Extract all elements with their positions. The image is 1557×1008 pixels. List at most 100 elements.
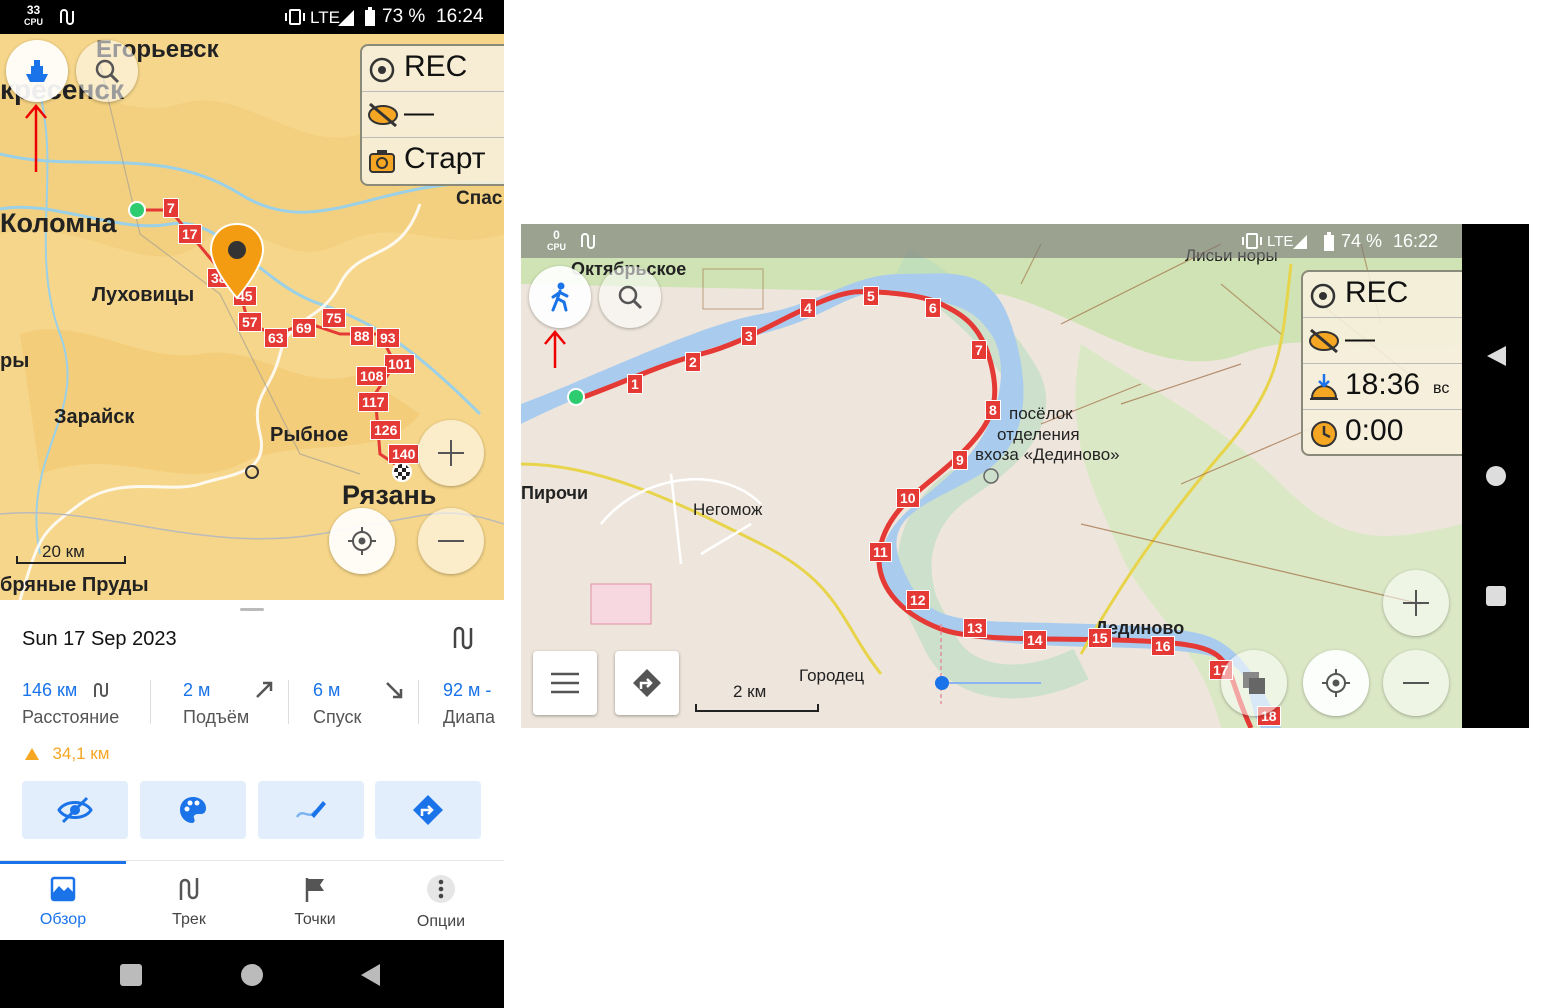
overview-icon: [50, 876, 76, 902]
zoom-in-button[interactable]: [1383, 570, 1449, 636]
back-button[interactable]: [358, 962, 382, 988]
drag-handle[interactable]: [240, 608, 264, 611]
km-marker: 117: [358, 392, 389, 412]
zoom-out-button[interactable]: [418, 508, 484, 574]
position-slider[interactable]: [935, 676, 1041, 690]
tab-points[interactable]: Точки: [252, 872, 378, 940]
track-date: Sun 17 Sep 2023: [22, 628, 177, 650]
km-marker: 13: [963, 618, 987, 638]
map-scale: 20 км: [16, 542, 126, 566]
map-label-negomozh: Негомож: [693, 500, 763, 519]
km-marker: 57: [238, 312, 262, 332]
km-marker: 88: [350, 326, 374, 346]
system-navigation-bar-landscape: [1462, 224, 1529, 728]
km-marker: 75: [322, 308, 346, 328]
record-icon: [1310, 283, 1336, 309]
palette-icon: [180, 797, 206, 823]
km-marker: 93: [376, 328, 400, 348]
phone-portrait-screen: 33 CPU LTE 73 % 16:24 Егорьевск кресенск…: [0, 0, 504, 1008]
clock: 16:24: [436, 6, 484, 27]
km-marker: 6: [925, 298, 941, 318]
directions-icon: [633, 669, 661, 697]
map-label-zaraysk: Зарайск: [54, 406, 135, 428]
navigation-mode-button[interactable]: [529, 266, 591, 328]
map-view[interactable]: Егорьевск кресенск Коломна Луховицы ры З…: [0, 34, 504, 600]
tab-options[interactable]: Опции: [378, 872, 504, 940]
plus-icon: [438, 440, 464, 466]
timer-row[interactable]: 0:00: [1303, 410, 1462, 456]
elevation-note: 34,1 км: [24, 744, 109, 764]
search-button[interactable]: [599, 266, 661, 328]
battery-icon: [1324, 232, 1334, 251]
hide-track-button[interactable]: [22, 781, 128, 839]
home-button[interactable]: [241, 964, 263, 986]
map-view-landscape[interactable]: Октябрьское Лисьи норы посёлок отделения…: [521, 224, 1462, 728]
zoom-in-button[interactable]: [418, 420, 484, 486]
sunset-row[interactable]: 18:36 вс: [1303, 364, 1462, 410]
directions-button[interactable]: [375, 781, 481, 839]
track-finish-icon: [392, 462, 412, 482]
km-marker: 11: [869, 542, 892, 562]
location-pin-icon[interactable]: [208, 222, 266, 300]
boat-icon: [26, 60, 48, 82]
track-color-button[interactable]: [140, 781, 246, 839]
camera-icon: [369, 150, 395, 173]
minus-icon: [1403, 682, 1429, 684]
map-label-poselok-3: вхоза «Дединово»: [975, 445, 1120, 464]
walking-icon: [551, 282, 569, 312]
eye-off-icon: [1309, 328, 1339, 354]
recents-button[interactable]: [120, 964, 142, 986]
active-tab-indicator: [0, 861, 126, 864]
route-status-icon: [581, 233, 595, 249]
km-marker: 3: [741, 326, 757, 346]
zoom-out-button[interactable]: [1383, 650, 1449, 716]
km-marker: 5: [863, 286, 879, 306]
camera-row[interactable]: Старт: [362, 138, 504, 184]
tab-overview[interactable]: Обзор: [0, 872, 126, 940]
track-type-icon[interactable]: [450, 624, 478, 652]
battery-level: 73 %: [382, 6, 426, 27]
my-location-icon: [348, 527, 376, 555]
tab-track[interactable]: Трек: [126, 872, 252, 940]
triangle-up-icon: [25, 748, 39, 760]
km-marker: 12: [906, 590, 930, 610]
record-icon: [369, 57, 395, 83]
vibrate-icon: [285, 9, 305, 25]
home-button[interactable]: [1486, 466, 1506, 486]
recording-widget[interactable]: REC — Старт: [360, 44, 504, 186]
edit-track-button[interactable]: [258, 781, 364, 839]
minus-icon: [438, 540, 464, 542]
hidden-row[interactable]: —: [1303, 318, 1462, 364]
back-button[interactable]: [1484, 344, 1508, 368]
my-location-button[interactable]: [329, 508, 395, 574]
map-label-ory: ры: [0, 350, 30, 372]
menu-button[interactable]: [533, 651, 597, 715]
signal-icon: [1293, 235, 1307, 249]
layers-button[interactable]: [1221, 650, 1287, 716]
status-bar-landscape: 0 CPU LTE 74 % 16:22: [521, 224, 1462, 258]
route-icon: [93, 683, 108, 697]
rec-row[interactable]: REC: [362, 46, 504, 92]
eye-off-icon: [57, 796, 93, 824]
km-marker: 126: [370, 420, 402, 440]
navigation-mode-button[interactable]: [6, 40, 68, 102]
directions-button[interactable]: [615, 651, 679, 715]
km-marker: 140: [388, 444, 420, 464]
recording-widget[interactable]: REC — 18:36 вс 0:00: [1301, 270, 1462, 456]
stat-range: 92 м - Диапа: [443, 680, 496, 727]
ascent-icon: [255, 681, 273, 698]
stat-ascent: 2 м Подъём: [183, 680, 273, 728]
battery-icon: [365, 7, 375, 26]
timer-icon: [1311, 421, 1337, 447]
descent-icon: [385, 682, 403, 699]
recents-button[interactable]: [1486, 586, 1506, 606]
search-button[interactable]: [76, 40, 138, 102]
track-start-icon: [128, 201, 146, 219]
km-marker: 2: [685, 352, 701, 372]
my-location-button[interactable]: [1303, 650, 1369, 716]
km-marker: 1: [627, 374, 643, 394]
map-label-lukhovitsy: Луховицы: [92, 284, 195, 306]
rec-row[interactable]: REC: [1303, 272, 1462, 318]
hidden-row[interactable]: —: [362, 92, 504, 138]
search-icon: [95, 59, 120, 84]
